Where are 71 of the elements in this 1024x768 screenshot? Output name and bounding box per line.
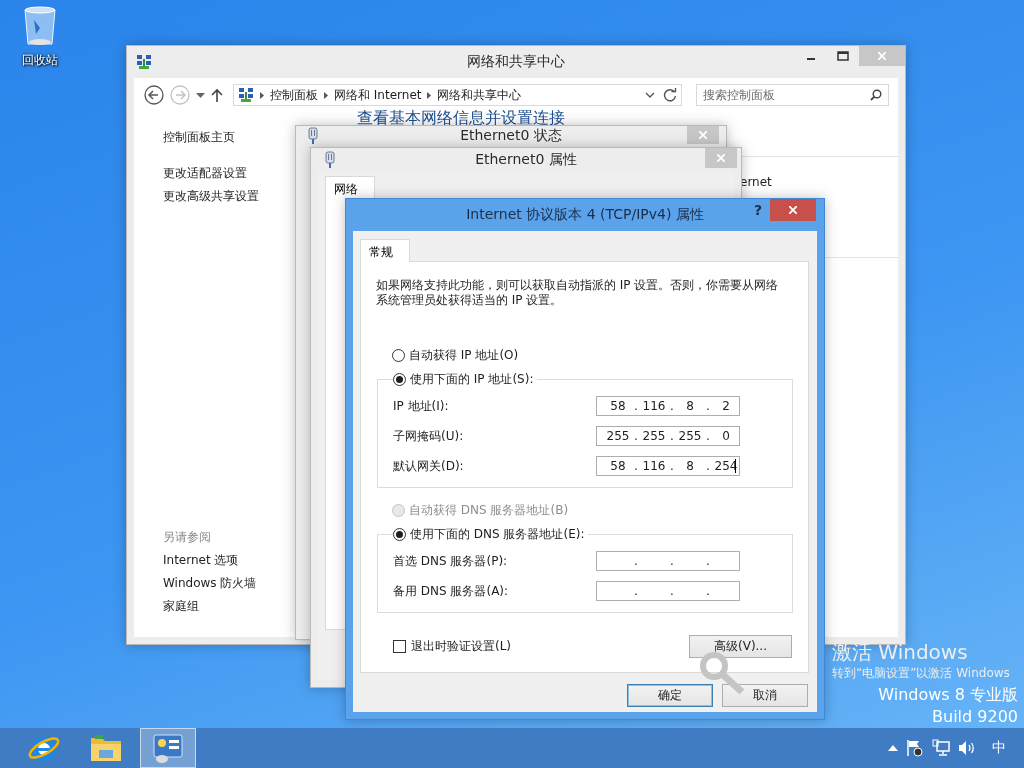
sidebar-link[interactable]: Internet 选项 [163,549,239,572]
sidebar-link[interactable]: 控制面板主页 [163,126,235,149]
option-label[interactable]: 使用下面的 IP 地址(S): [410,370,534,388]
maximize-icon [837,51,849,61]
network-icon [238,87,254,103]
flag-icon[interactable] [906,739,924,757]
page-heading: 查看基本网络信息并设置连接 [357,108,566,128]
chevron-icon [324,91,328,99]
search-field[interactable]: 搜索控制面板 [696,84,889,106]
checkbox[interactable]: 退出时验证设置(L) [393,638,512,655]
close-icon [878,52,886,60]
caret-up-icon[interactable] [888,745,898,751]
minimize-icon [807,58,815,60]
close-icon [789,206,797,214]
recycle-bin-icon[interactable] [22,6,58,48]
ip-address-field[interactable]: 58 . 116 . 8 . 2 [596,396,740,416]
ip-address-field[interactable]: . . . [596,551,740,571]
address-bar[interactable]: 控制面板 网络和 Internet 网络和共享中心 [233,84,682,106]
dropdown-icon[interactable] [196,92,205,98]
plug-icon [325,151,335,169]
sidebar-link[interactable]: 家庭组 [163,595,199,618]
tab[interactable]: 常规 [360,239,410,262]
speaker-icon[interactable] [958,740,976,756]
sidebar-link[interactable]: 更改高级共享设置 [163,185,259,208]
edition-text: Build 9200 [932,706,1018,728]
activation-message: 转到“电脑设置”以激活 Windows [832,665,1010,682]
help-button[interactable]: ? [753,202,762,218]
tab[interactable]: 网络 [325,176,375,199]
back-icon[interactable] [144,85,164,105]
chevron-icon [427,91,432,99]
radio-button[interactable] [393,372,406,386]
field-label: 子网掩码(U): [393,427,465,445]
control-panel-icon [151,731,185,765]
close-button[interactable] [770,199,816,221]
dialog-button[interactable]: 取消 [722,684,808,707]
field-label: 备用 DNS 服务器(A): [393,582,510,600]
option-label[interactable]: 使用下面的 DNS 服务器地址(E): [410,525,585,543]
dialog-title: Internet 协议版本 4 (TCP/IPv4) 属性 [466,206,704,224]
window-title: Ethernet0 属性 [475,151,577,169]
desktop-icon-label[interactable]: 回收站 [22,52,58,69]
sidebar-link[interactable]: 更改适配器设置 [163,162,247,185]
dialog-button[interactable]: 确定 [627,684,713,707]
option-label[interactable]: 自动获得 IP 地址(O) [409,346,519,364]
input-language-indicator[interactable]: 中 [992,739,1006,757]
taskbar-button[interactable] [140,728,196,768]
sidebar-link[interactable]: Windows 防火墙 [163,572,257,595]
window-title: Ethernet0 状态 [460,126,562,144]
network-icon [136,54,152,70]
radio-button[interactable] [393,527,406,541]
activation-title: 激活 Windows [832,640,969,664]
up-arrow-icon[interactable] [211,88,223,102]
search-icon [870,89,882,101]
close-icon [717,154,725,162]
sidebar-heading: 另请参阅 [163,529,212,546]
advanced-button[interactable]: 高级(V)... [689,635,792,658]
field-label: 首选 DNS 服务器(P): [393,552,509,570]
folder-icon [89,733,123,763]
ip-address-field[interactable]: 255 . 255 . 255 . 0 [596,426,740,446]
close-icon [699,131,707,139]
plug-icon [308,127,318,145]
window-title: 网络和共享中心 [467,53,565,71]
refresh-icon[interactable] [663,88,677,102]
ip-address-field[interactable]: . . . [596,581,740,601]
network-icon[interactable] [932,739,950,757]
edition-text: Windows 8 专业版 [878,684,1018,706]
description-text: 如果网络支持此功能，则可以获取自动指派的 IP 设置。否则，你需要从网络系统管理员处获得适当的 IP 设置。 [376,278,780,308]
chevron-down-icon[interactable] [645,92,655,98]
field-label: IP 地址(I): [393,397,450,415]
chevron-icon [260,91,264,99]
field-label: 默认网关(D): [393,457,465,475]
radio-button[interactable] [392,348,405,362]
